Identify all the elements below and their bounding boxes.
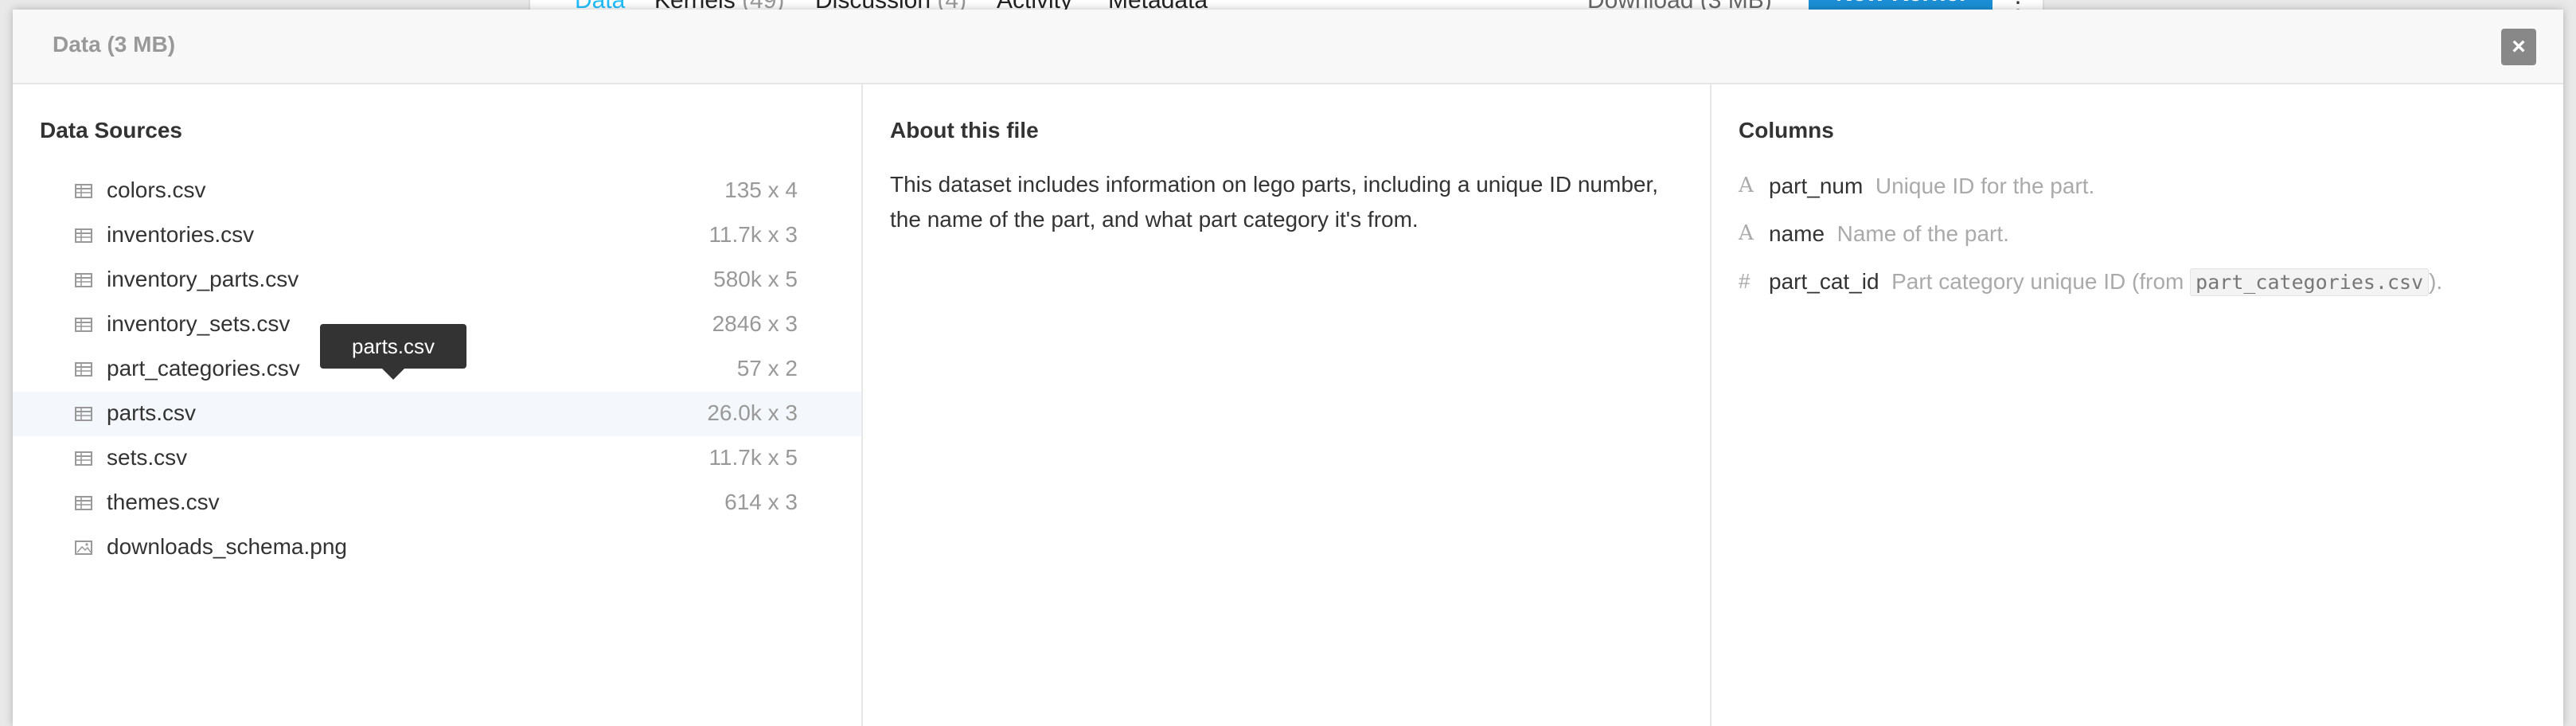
- column-item: A part_num Unique ID for the part.: [1739, 170, 2551, 218]
- table-icon: [75, 228, 92, 243]
- data-modal: Data (3 MB) × Data Sources colors.csv 13…: [13, 10, 2563, 726]
- file-name: parts.csv: [107, 400, 197, 425]
- column-description: Part category unique ID (from: [1891, 269, 2184, 294]
- string-type-icon: A: [1739, 174, 1754, 197]
- data-sources-panel: Data Sources colors.csv 135 x 4 inventor…: [13, 84, 863, 726]
- about-panel: About this file This dataset includes in…: [863, 84, 1711, 726]
- columns-panel: Columns A part_num Unique ID for the par…: [1711, 84, 2563, 726]
- file-name: inventory_sets.csv: [107, 311, 291, 336]
- file-name: colors.csv: [107, 178, 206, 202]
- about-description: This dataset includes information on leg…: [890, 172, 1659, 232]
- tooltip-arrow: [382, 369, 405, 380]
- column-description: Name of the part.: [1836, 221, 2009, 246]
- numeric-type-icon: #: [1739, 269, 1751, 293]
- string-type-icon: A: [1739, 221, 1754, 245]
- column-item: # part_cat_id Part category unique ID (f…: [1739, 266, 2551, 314]
- column-list: A part_num Unique ID for the part. A nam…: [1739, 170, 2551, 314]
- about-title: About this file: [890, 118, 1039, 142]
- table-icon: [75, 496, 92, 510]
- close-icon: ×: [2512, 33, 2526, 60]
- data-sources-title: Data Sources: [40, 118, 182, 142]
- columns-title: Columns: [1739, 118, 1834, 142]
- file-name: sets.csv: [107, 445, 188, 470]
- file-row-themes[interactable]: themes.csv 614 x 3: [13, 481, 861, 525]
- file-size: 26.0k x 3: [707, 400, 798, 425]
- column-description: Unique ID for the part.: [1875, 174, 2095, 198]
- column-item: A name Name of the part.: [1739, 218, 2551, 266]
- file-name: part_categories.csv: [107, 356, 300, 381]
- column-description-end: ).: [2429, 269, 2443, 294]
- file-name: inventory_parts.csv: [107, 267, 299, 291]
- file-size: 57 x 2: [736, 356, 798, 381]
- file-reference-code: part_categories.csv: [2190, 268, 2430, 296]
- file-name: downloads_schema.png: [107, 534, 347, 559]
- table-icon: [75, 451, 92, 466]
- file-size: 580k x 5: [713, 267, 798, 291]
- file-row-colors[interactable]: colors.csv 135 x 4: [13, 169, 861, 213]
- file-size: 614 x 3: [724, 490, 798, 514]
- column-name: part_cat_id: [1769, 269, 1879, 294]
- column-name: part_num: [1769, 174, 1864, 198]
- modal-header: Data (3 MB) ×: [13, 10, 2563, 84]
- table-icon: [75, 318, 92, 332]
- file-row-sets[interactable]: sets.csv 11.7k x 5: [13, 436, 861, 481]
- file-name: inventories.csv: [107, 222, 255, 247]
- close-button[interactable]: ×: [2501, 29, 2536, 65]
- file-size: 11.7k x 3: [708, 222, 798, 247]
- file-row-inventories[interactable]: inventories.csv 11.7k x 3: [13, 213, 861, 258]
- file-row-downloads-schema[interactable]: downloads_schema.png: [13, 525, 861, 570]
- file-size: 2846 x 3: [712, 311, 798, 336]
- file-size: 11.7k x 5: [708, 445, 798, 470]
- table-icon: [75, 184, 92, 198]
- file-tooltip: parts.csv: [320, 324, 467, 380]
- table-icon: [75, 407, 92, 421]
- table-icon: [75, 362, 92, 377]
- file-row-inventory-parts[interactable]: inventory_parts.csv 580k x 5: [13, 258, 861, 302]
- image-icon: [75, 541, 92, 555]
- tooltip-text: parts.csv: [352, 334, 435, 358]
- file-size: 135 x 4: [724, 178, 798, 202]
- file-list: colors.csv 135 x 4 inventories.csv 11.7k…: [13, 169, 861, 570]
- table-icon: [75, 273, 92, 287]
- modal-title: Data (3 MB): [53, 32, 176, 57]
- file-name: themes.csv: [107, 490, 220, 514]
- file-row-parts[interactable]: parts.csv 26.0k x 3: [13, 392, 861, 436]
- column-name: name: [1769, 221, 1825, 246]
